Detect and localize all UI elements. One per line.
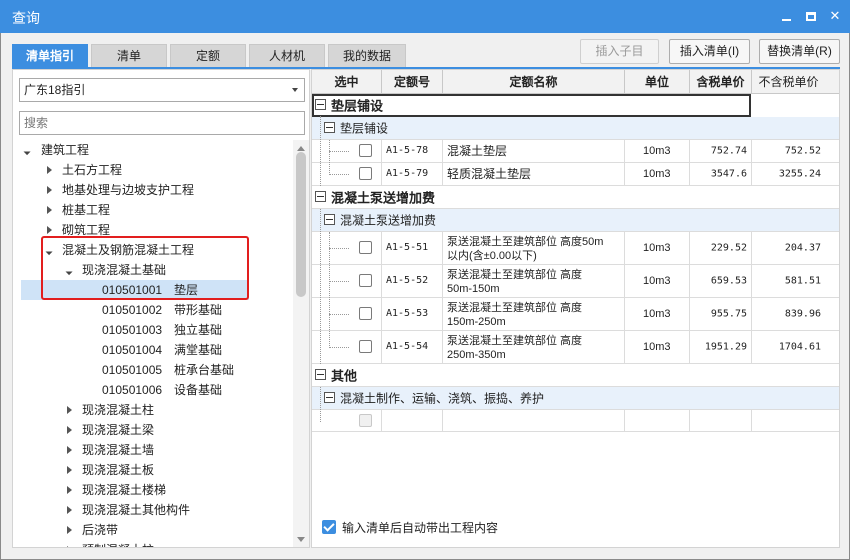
tree-scrollbar[interactable] <box>293 140 309 547</box>
tree-node[interactable]: 现浇混凝土梁 <box>13 420 291 440</box>
tree-node[interactable]: 现浇混凝土楼梯 <box>13 480 291 500</box>
close-icon[interactable]: ✕ <box>826 7 844 25</box>
tab-list[interactable]: 清单 <box>91 44 167 68</box>
tree-node[interactable]: 现浇混凝土其他构件 <box>13 500 291 520</box>
tree-node[interactable]: 现浇混凝土柱 <box>13 400 291 420</box>
tree-connector <box>329 314 349 315</box>
table-row[interactable]: A1-5-78 混凝土垫层 10m3 752.74 752.52 <box>312 140 839 163</box>
collapse-icon[interactable] <box>65 460 75 480</box>
tree-connector <box>329 347 349 348</box>
maximize-icon[interactable] <box>802 7 820 25</box>
row-checkbox[interactable] <box>359 144 372 157</box>
subgroup-row[interactable]: 混凝土制作、运输、浇筑、振捣、养护 <box>312 387 839 410</box>
table-row[interactable]: A1-5-51 泵送混凝土至建筑部位 高度50m 以内(含±0.00以下) 10m… <box>312 232 839 265</box>
tree-connector <box>329 151 349 152</box>
table-row[interactable]: A1-5-54 泵送混凝土至建筑部位 高度 250m-350m 10m3 1951… <box>312 331 839 364</box>
collapse-icon[interactable] <box>324 122 335 133</box>
guide-select[interactable]: 广东18指引 <box>19 78 305 102</box>
collapse-icon[interactable] <box>315 369 326 380</box>
guide-tree: 建筑工程 土石方工程 地基处理与边坡支护工程 桩基工程 砌筑工程 混凝土及钢筋混… <box>13 140 291 547</box>
tab-list-guide[interactable]: 清单指引 <box>12 44 88 68</box>
minimize-icon[interactable] <box>778 7 796 25</box>
collapse-icon[interactable] <box>45 160 55 180</box>
tab-materials[interactable]: 人材机 <box>249 44 325 68</box>
scroll-thumb[interactable] <box>296 152 306 297</box>
table-row-empty <box>312 410 839 432</box>
col-unit[interactable]: 单位 <box>625 70 690 94</box>
highlight-annotation <box>41 236 249 300</box>
collapse-icon[interactable] <box>65 540 75 547</box>
collapse-icon[interactable] <box>65 420 75 440</box>
quota-grid: 选中 定额号 定额名称 单位 含税单价 不含税单价 垫层铺设 垫层铺设 A1-5… <box>311 69 840 548</box>
col-price-tax[interactable]: 含税单价 <box>690 70 752 94</box>
tab-my-data[interactable]: 我的数据 <box>328 44 406 68</box>
tree-connector <box>329 248 349 249</box>
collapse-icon[interactable] <box>315 191 326 202</box>
tree-node[interactable]: 土石方工程 <box>13 160 291 180</box>
tree-leaf[interactable]: 010501003 独立基础 <box>13 320 291 340</box>
tree-node[interactable]: 建筑工程 <box>13 140 291 160</box>
tree-leaf[interactable]: 010501004 满堂基础 <box>13 340 291 360</box>
tree-node[interactable]: 后浇带 <box>13 520 291 540</box>
row-checkbox[interactable] <box>359 307 372 320</box>
collapse-icon[interactable] <box>324 392 335 403</box>
insert-list-button[interactable]: 插入清单(I) <box>669 39 750 64</box>
table-row[interactable]: A1-5-53 泵送混凝土至建筑部位 高度 150m-250m 10m3 955.… <box>312 298 839 331</box>
table-row[interactable]: A1-5-79 轻质混凝土垫层 10m3 3547.6 3255.24 <box>312 163 839 186</box>
collapse-icon[interactable] <box>324 214 335 225</box>
collapse-icon[interactable] <box>45 180 55 200</box>
expand-icon[interactable] <box>21 140 31 160</box>
left-panel: 广东18指引 建筑工程 土石方工程 地基处理与边坡支护工程 桩基工程 砌筑工程 … <box>12 69 310 548</box>
col-select[interactable]: 选中 <box>312 70 382 94</box>
tree-connector <box>320 209 321 364</box>
group-row[interactable]: 垫层铺设 <box>312 94 751 117</box>
row-checkbox[interactable] <box>359 274 372 287</box>
chevron-down-icon <box>292 88 298 92</box>
search-input[interactable] <box>19 111 305 135</box>
tree-connector <box>329 140 330 175</box>
tree-connector <box>320 387 321 422</box>
col-price-notax[interactable]: 不含税单价 <box>752 70 825 94</box>
tree-node[interactable]: 现浇混凝土板 <box>13 460 291 480</box>
row-checkbox[interactable] <box>359 167 372 180</box>
table-row[interactable]: A1-5-52 泵送混凝土至建筑部位 高度 50m-150m 10m3 659.5… <box>312 265 839 298</box>
tree-node[interactable]: 地基处理与边坡支护工程 <box>13 180 291 200</box>
group-row[interactable]: 其他 <box>312 364 839 387</box>
collapse-icon[interactable] <box>65 520 75 540</box>
tree-node[interactable]: 桩基工程 <box>13 200 291 220</box>
tree-connector <box>329 232 330 348</box>
collapse-icon[interactable] <box>315 99 326 110</box>
row-checkbox <box>359 413 372 427</box>
tree-leaf[interactable]: 010501005 桩承台基础 <box>13 360 291 380</box>
replace-list-button[interactable]: 替换清单(R) <box>759 39 840 64</box>
checkbox-checked-icon[interactable] <box>322 520 336 534</box>
scroll-up-icon[interactable] <box>297 146 305 151</box>
tab-quota[interactable]: 定额 <box>170 44 246 68</box>
row-checkbox[interactable] <box>359 340 372 353</box>
collapse-icon[interactable] <box>65 440 75 460</box>
insert-child-button[interactable]: 插入子目 <box>580 39 659 64</box>
tree-connector <box>329 281 349 282</box>
collapse-icon[interactable] <box>45 200 55 220</box>
collapse-icon[interactable] <box>65 500 75 520</box>
grid-header: 选中 定额号 定额名称 单位 含税单价 不含税单价 <box>312 70 839 94</box>
tree-node[interactable]: 预制混凝土柱 <box>13 540 291 547</box>
group-row[interactable]: 混凝土泵送增加费 <box>312 186 839 209</box>
scroll-down-icon[interactable] <box>297 537 305 542</box>
title-bar: 查询 ✕ <box>0 0 850 33</box>
guide-select-value: 广东18指引 <box>24 83 86 97</box>
col-code[interactable]: 定额号 <box>382 70 443 94</box>
subgroup-row[interactable]: 混凝土泵送增加费 <box>312 209 839 232</box>
collapse-icon[interactable] <box>65 480 75 500</box>
col-name[interactable]: 定额名称 <box>443 70 625 94</box>
window-title: 查询 <box>12 10 40 26</box>
collapse-icon[interactable] <box>65 400 75 420</box>
tree-connector <box>320 116 321 186</box>
tree-leaf[interactable]: 010501002 带形基础 <box>13 300 291 320</box>
row-checkbox[interactable] <box>359 241 372 254</box>
subgroup-row[interactable]: 垫层铺设 <box>312 117 839 140</box>
tree-connector <box>329 174 349 175</box>
tree-node[interactable]: 现浇混凝土墙 <box>13 440 291 460</box>
tree-leaf[interactable]: 010501006 设备基础 <box>13 380 291 400</box>
